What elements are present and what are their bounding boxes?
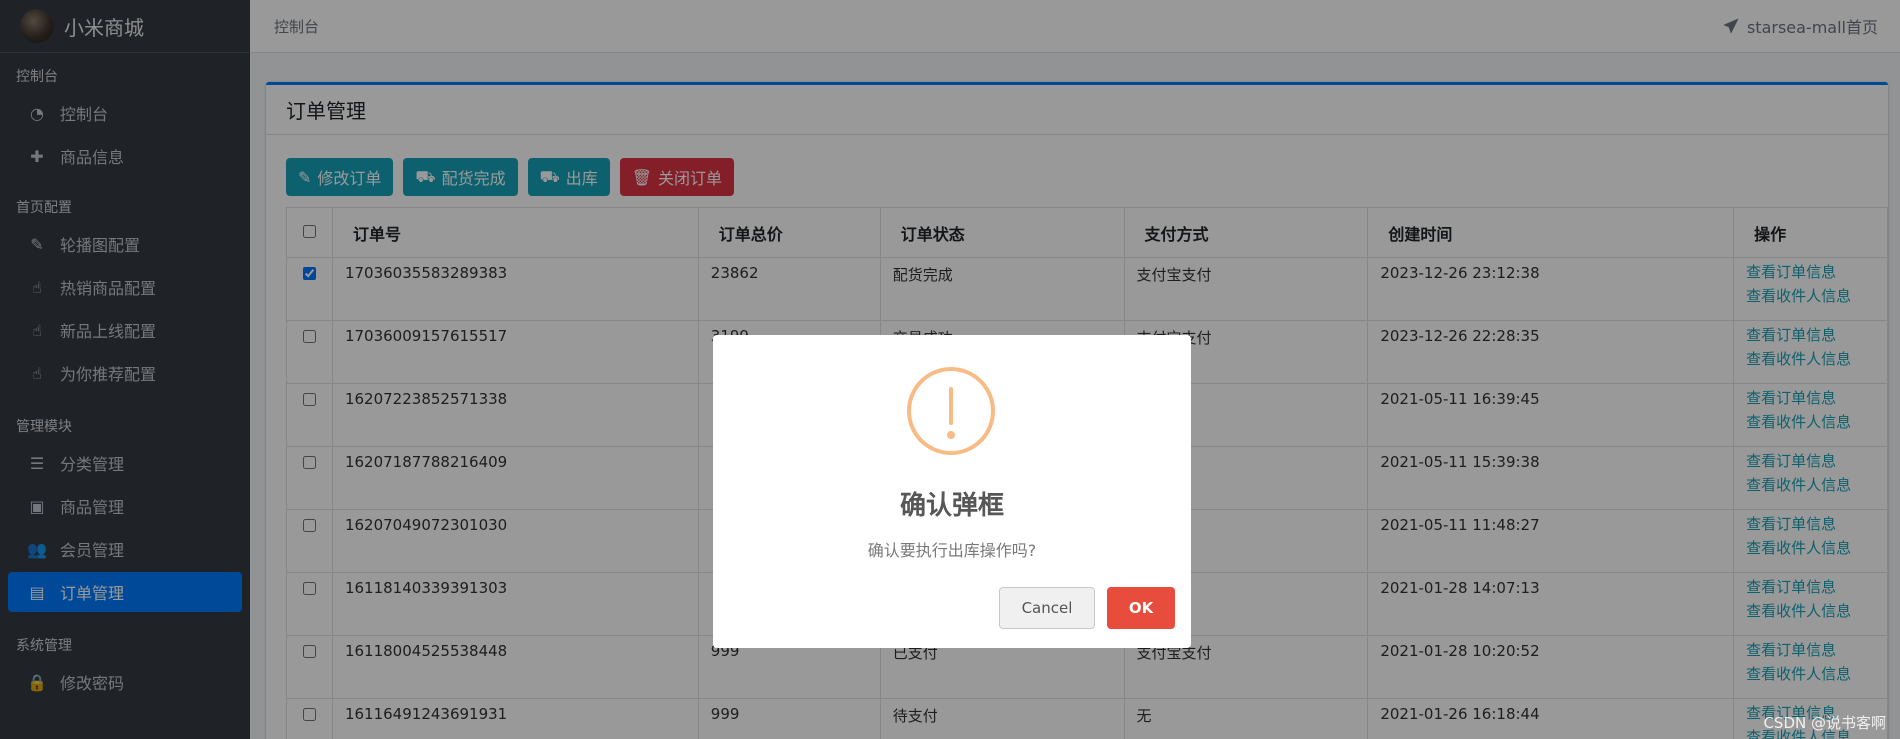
cancel-button[interactable]: Cancel — [999, 587, 1095, 629]
dialog-actions: Cancel OK — [999, 587, 1175, 629]
confirm-dialog: 确认弹框 确认要执行出库操作吗? Cancel OK — [713, 335, 1191, 648]
watermark: CSDN @说书客啊 — [1763, 714, 1886, 732]
modal-overlay: 确认弹框 确认要执行出库操作吗? Cancel OK CSDN @说书客啊 — [0, 0, 1900, 739]
dialog-title: 确认弹框 — [899, 491, 1004, 521]
ok-button[interactable]: OK — [1107, 587, 1175, 629]
warning-icon — [907, 367, 995, 455]
dialog-message: 确认要执行出库操作吗? — [867, 541, 1037, 560]
